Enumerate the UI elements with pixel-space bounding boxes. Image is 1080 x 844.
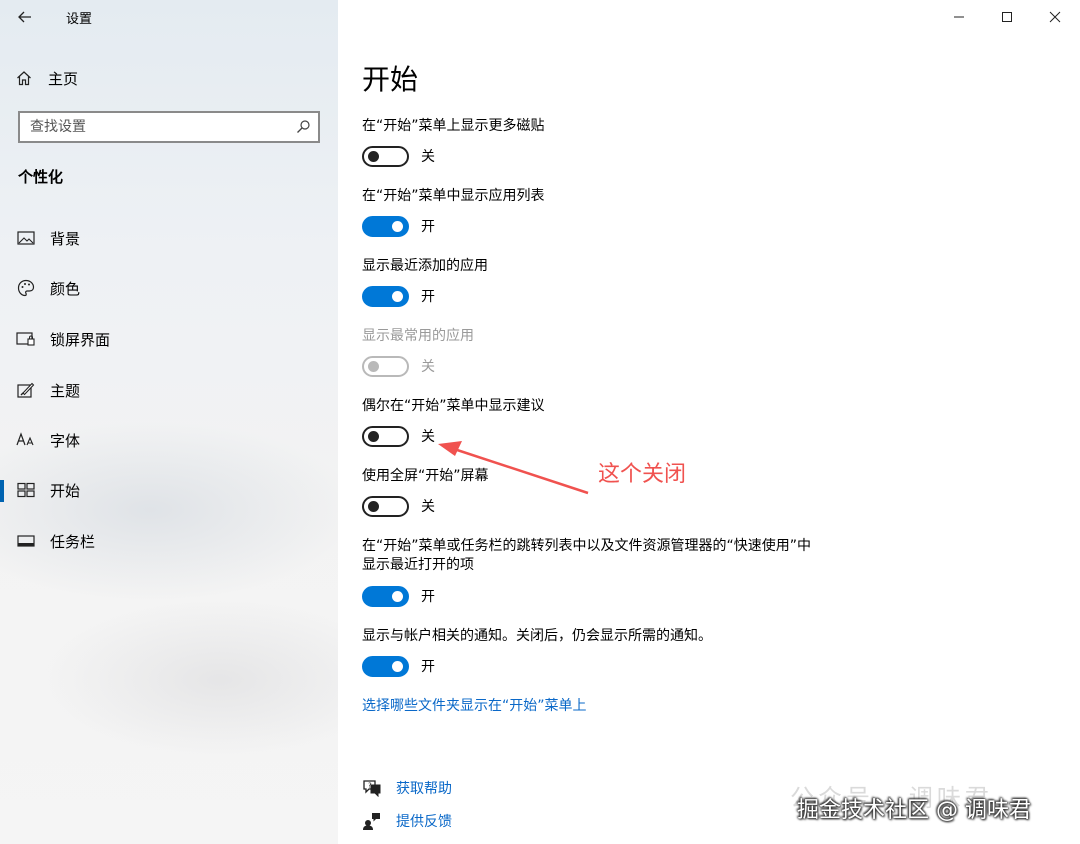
setting-label: 在“开始”菜单上显示更多磁贴 [362,118,545,134]
toggle-knob [368,361,379,372]
palette-icon [16,278,36,298]
get-help-link[interactable]: ? 获取帮助 [362,776,452,800]
toggle-knob [368,501,379,512]
section-title: 个性化 [18,168,64,186]
setting-label: 使用全屏“开始”屏幕 [362,468,489,484]
svg-text:?: ? [368,782,372,790]
sidebar-item-label: 颜色 [50,279,81,298]
back-arrow-icon [18,11,31,23]
lock-screen-icon [16,329,36,349]
toggle-state: 开 [421,659,435,675]
toggle-app-list[interactable] [362,216,409,237]
setting-label: 显示与帐户相关的通知。关闭后，仍会显示所需的通知。 [362,628,712,644]
home-nav-item[interactable]: 主页 [16,64,78,92]
toggle-knob [392,291,403,302]
maximize-icon [1002,12,1012,22]
toggle-state: 关 [421,149,435,165]
get-help-label: 获取帮助 [396,781,452,797]
toggle-more-tiles[interactable] [362,146,409,167]
font-icon [16,430,36,450]
back-button[interactable] [10,3,40,31]
feedback-link[interactable]: 提供反馈 [362,809,452,833]
theme-brush-icon [16,380,36,400]
setting-label: 在“开始”菜单中显示应用列表 [362,188,545,204]
annotation-text: 这个关闭 [598,462,687,487]
close-icon [1049,11,1061,23]
background-haze [40,600,338,760]
sidebar-item-themes[interactable]: 主题 [0,370,338,410]
sidebar-item-label: 主题 [50,381,81,400]
sidebar-item-taskbar[interactable]: 任务栏 [0,521,338,561]
setting-label: 偶尔在“开始”菜单中显示建议 [362,398,545,414]
toggle-recently-added[interactable] [362,286,409,307]
watermark-text: 掘金技术社区 @ 调味君 [797,798,1031,823]
toggle-state: 开 [421,219,435,235]
search-input[interactable] [30,117,280,137]
picture-icon [16,228,36,248]
setting-label: 显示最近添加的应用 [362,258,488,274]
sidebar-item-lock-screen[interactable]: 锁屏界面 [0,319,338,359]
toggle-knob [368,431,379,442]
toggle-state: 开 [421,289,435,305]
toggle-state: 关 [421,359,435,375]
toggle-full-screen[interactable] [362,496,409,517]
maximize-button[interactable] [994,4,1020,30]
app-title: 设置 [66,12,93,27]
toggle-knob [392,221,403,232]
feedback-label: 提供反馈 [396,814,452,830]
search-box[interactable] [18,111,320,143]
search-icon [297,120,310,133]
sidebar-item-colors[interactable]: 颜色 [0,268,338,308]
setting-label-line2: 显示最近打开的项 [362,557,474,573]
sidebar-item-label: 背景 [50,229,81,248]
sidebar-item-label: 锁屏界面 [50,330,111,349]
toggle-state: 开 [421,589,435,605]
feedback-icon [363,813,380,830]
minimize-icon [954,16,964,18]
sidebar-item-label: 字体 [50,431,81,450]
toggle-account-notifications[interactable] [362,656,409,677]
toggle-recently-opened[interactable] [362,586,409,607]
home-label: 主页 [48,69,79,88]
taskbar-icon [16,531,36,551]
sidebar-item-background[interactable]: 背景 [0,218,338,258]
toggle-state: 关 [421,499,435,515]
minimize-button[interactable] [946,4,972,30]
sidebar-item-label: 开始 [50,481,81,500]
toggle-suggestions[interactable] [362,426,409,447]
setting-label-line1: 在“开始”菜单或任务栏的跳转列表中以及文件资源管理器的“快速使用”中 [362,538,812,554]
toggle-knob [368,151,379,162]
help-chat-icon: ? [363,780,381,797]
sidebar-item-start[interactable]: 开始 [0,470,338,510]
page-title: 开始 [362,63,419,96]
toggle-state: 关 [421,429,435,445]
home-icon [17,71,31,86]
start-grid-icon [16,480,36,500]
sidebar-item-label: 任务栏 [50,532,96,551]
setting-label: 显示最常用的应用 [362,328,474,344]
sidebar-item-fonts[interactable]: 字体 [0,420,338,460]
choose-folders-link[interactable]: 选择哪些文件夹显示在“开始”菜单上 [362,696,587,716]
toggle-knob [392,591,403,602]
sidebar: 设置 主页 个性化 背景 颜色 锁屏界面 [0,0,338,844]
close-button[interactable] [1042,4,1068,30]
toggle-most-used [362,356,409,377]
toggle-knob [392,661,403,672]
